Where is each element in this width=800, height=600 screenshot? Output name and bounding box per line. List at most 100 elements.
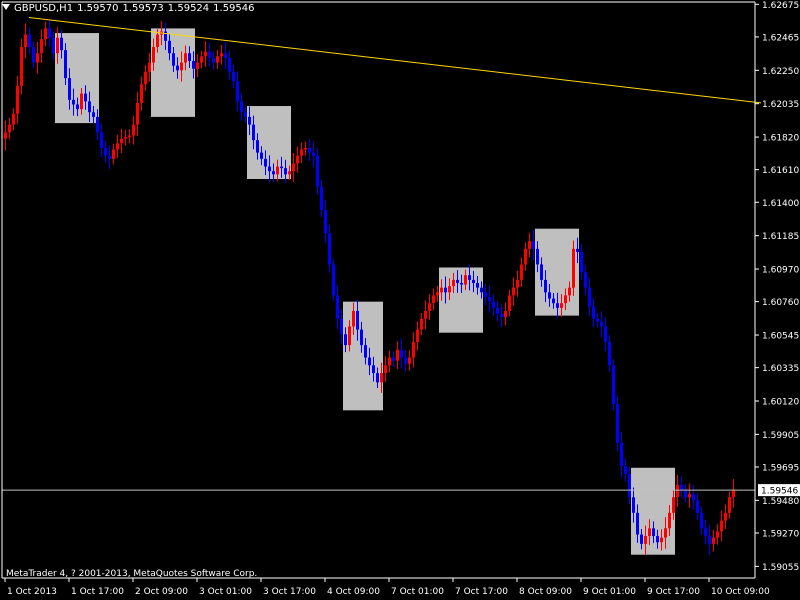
y-tick-label: 1.61400 xyxy=(762,199,799,209)
candle-bear xyxy=(632,497,635,513)
candle-bear xyxy=(576,248,579,252)
candle-bull xyxy=(8,124,11,133)
candle-bear xyxy=(256,140,259,153)
y-tick-label: 1.62250 xyxy=(762,67,799,77)
candle-bull xyxy=(16,85,19,114)
candle-bull xyxy=(112,149,115,159)
candle-bull xyxy=(180,62,183,71)
candle-bull xyxy=(300,149,303,156)
candle-bull xyxy=(448,286,451,293)
price-chart[interactable]: 1.62675 1.62465 1.62250 1.62035 1.61820 1.616… xyxy=(0,0,800,600)
candle-bull xyxy=(204,51,207,57)
y-tick-label: 1.59055 xyxy=(762,563,799,573)
candle-bull xyxy=(116,143,119,150)
candle-bull xyxy=(384,365,387,374)
candle-bear xyxy=(460,283,463,285)
candle-bull xyxy=(524,248,527,265)
candle-bear xyxy=(48,28,51,38)
candle-bull xyxy=(416,329,419,343)
candle-bull xyxy=(724,512,727,521)
candle-bull xyxy=(276,166,279,175)
y-tick-label: 1.61820 xyxy=(762,134,799,144)
candle-bear xyxy=(656,536,659,543)
candle-bear xyxy=(544,279,547,293)
candle-bull xyxy=(672,497,675,513)
candle-bear xyxy=(96,116,99,133)
candle-bear xyxy=(456,279,459,284)
close-value: 1.59546 xyxy=(213,3,255,14)
candle-bull xyxy=(452,279,455,287)
candle-bull xyxy=(428,303,431,311)
candle-bull xyxy=(348,326,351,346)
candle-bear xyxy=(484,292,487,297)
candle-bear xyxy=(328,233,331,265)
candle-bear xyxy=(172,53,175,66)
candle-bull xyxy=(644,536,647,544)
candle-bull xyxy=(352,310,355,327)
chart-header: GBPUSD,H1 1.59570 1.59573 1.59524 1.59546 xyxy=(2,3,259,14)
candle-bear xyxy=(280,166,283,169)
candle-bear xyxy=(652,528,655,537)
candle-bull xyxy=(144,71,147,85)
candle-bear xyxy=(228,57,231,72)
candle-bear xyxy=(316,155,319,187)
candle-bull xyxy=(420,318,423,330)
candle-bull xyxy=(516,279,519,288)
symbol-label: GBPUSD,H1 xyxy=(14,3,74,14)
trendline[interactable] xyxy=(28,17,762,104)
candle-bear xyxy=(680,484,683,490)
candle-bear xyxy=(536,248,539,265)
open-value: 1.59570 xyxy=(77,3,119,14)
candle-bear xyxy=(340,318,343,335)
candle-bull xyxy=(12,113,15,125)
x-tick-label: 1 Oct 17:00 xyxy=(71,587,124,597)
candle-bull xyxy=(732,489,735,498)
candle-bear xyxy=(364,345,367,358)
time-axis: 1 Oct 2013 1 Oct 17:00 2 Oct 09:00 3 Oct 01… xyxy=(4,578,770,597)
x-tick-label: 7 Oct 17:00 xyxy=(455,587,508,597)
candle-bull xyxy=(380,373,383,383)
candle-bear xyxy=(88,101,91,113)
candle-bear xyxy=(284,168,287,175)
candle-bear xyxy=(444,287,447,293)
candle-bull xyxy=(196,62,199,69)
candle-bull xyxy=(396,349,399,361)
candle-bull xyxy=(388,357,391,366)
candle-bull xyxy=(216,56,219,63)
candle-bear xyxy=(104,147,107,156)
candle-bear xyxy=(108,155,111,159)
low-value: 1.59524 xyxy=(167,3,210,14)
candle-bull xyxy=(436,292,439,296)
candle-bear xyxy=(496,307,499,315)
candle-bear xyxy=(236,81,239,102)
candle-bull xyxy=(568,287,571,296)
candle-bear xyxy=(232,71,235,82)
x-tick-label: 3 Oct 01:00 xyxy=(199,587,252,597)
candle-bear xyxy=(244,112,247,117)
candle-bear xyxy=(188,53,191,61)
candle-bull xyxy=(56,37,59,54)
candle-bull xyxy=(140,84,143,103)
candle-bear xyxy=(308,147,311,153)
candle-bull xyxy=(124,137,127,139)
candle-bear xyxy=(636,512,639,535)
candle-bull xyxy=(156,34,159,48)
candle-bear xyxy=(704,528,707,537)
candle-bull xyxy=(716,531,719,538)
y-tick-label: 1.60545 xyxy=(762,332,799,342)
candle-bear xyxy=(580,251,583,273)
x-tick-label: 4 Oct 09:00 xyxy=(327,587,380,597)
candle-bear xyxy=(76,104,79,110)
dropdown-triangle-icon[interactable] xyxy=(2,4,10,10)
candle-bear xyxy=(240,101,243,113)
candle-bull xyxy=(440,287,443,293)
overlays xyxy=(2,17,762,491)
candle-bull xyxy=(432,295,435,304)
x-tick-label: 8 Oct 09:00 xyxy=(519,587,572,597)
current-price-label: 1.59546 xyxy=(761,487,798,497)
candle-bear xyxy=(264,158,267,167)
candle-bear xyxy=(532,241,535,249)
candle-bull xyxy=(572,248,575,288)
candle-bear xyxy=(252,124,255,141)
session-boxes xyxy=(55,28,675,555)
